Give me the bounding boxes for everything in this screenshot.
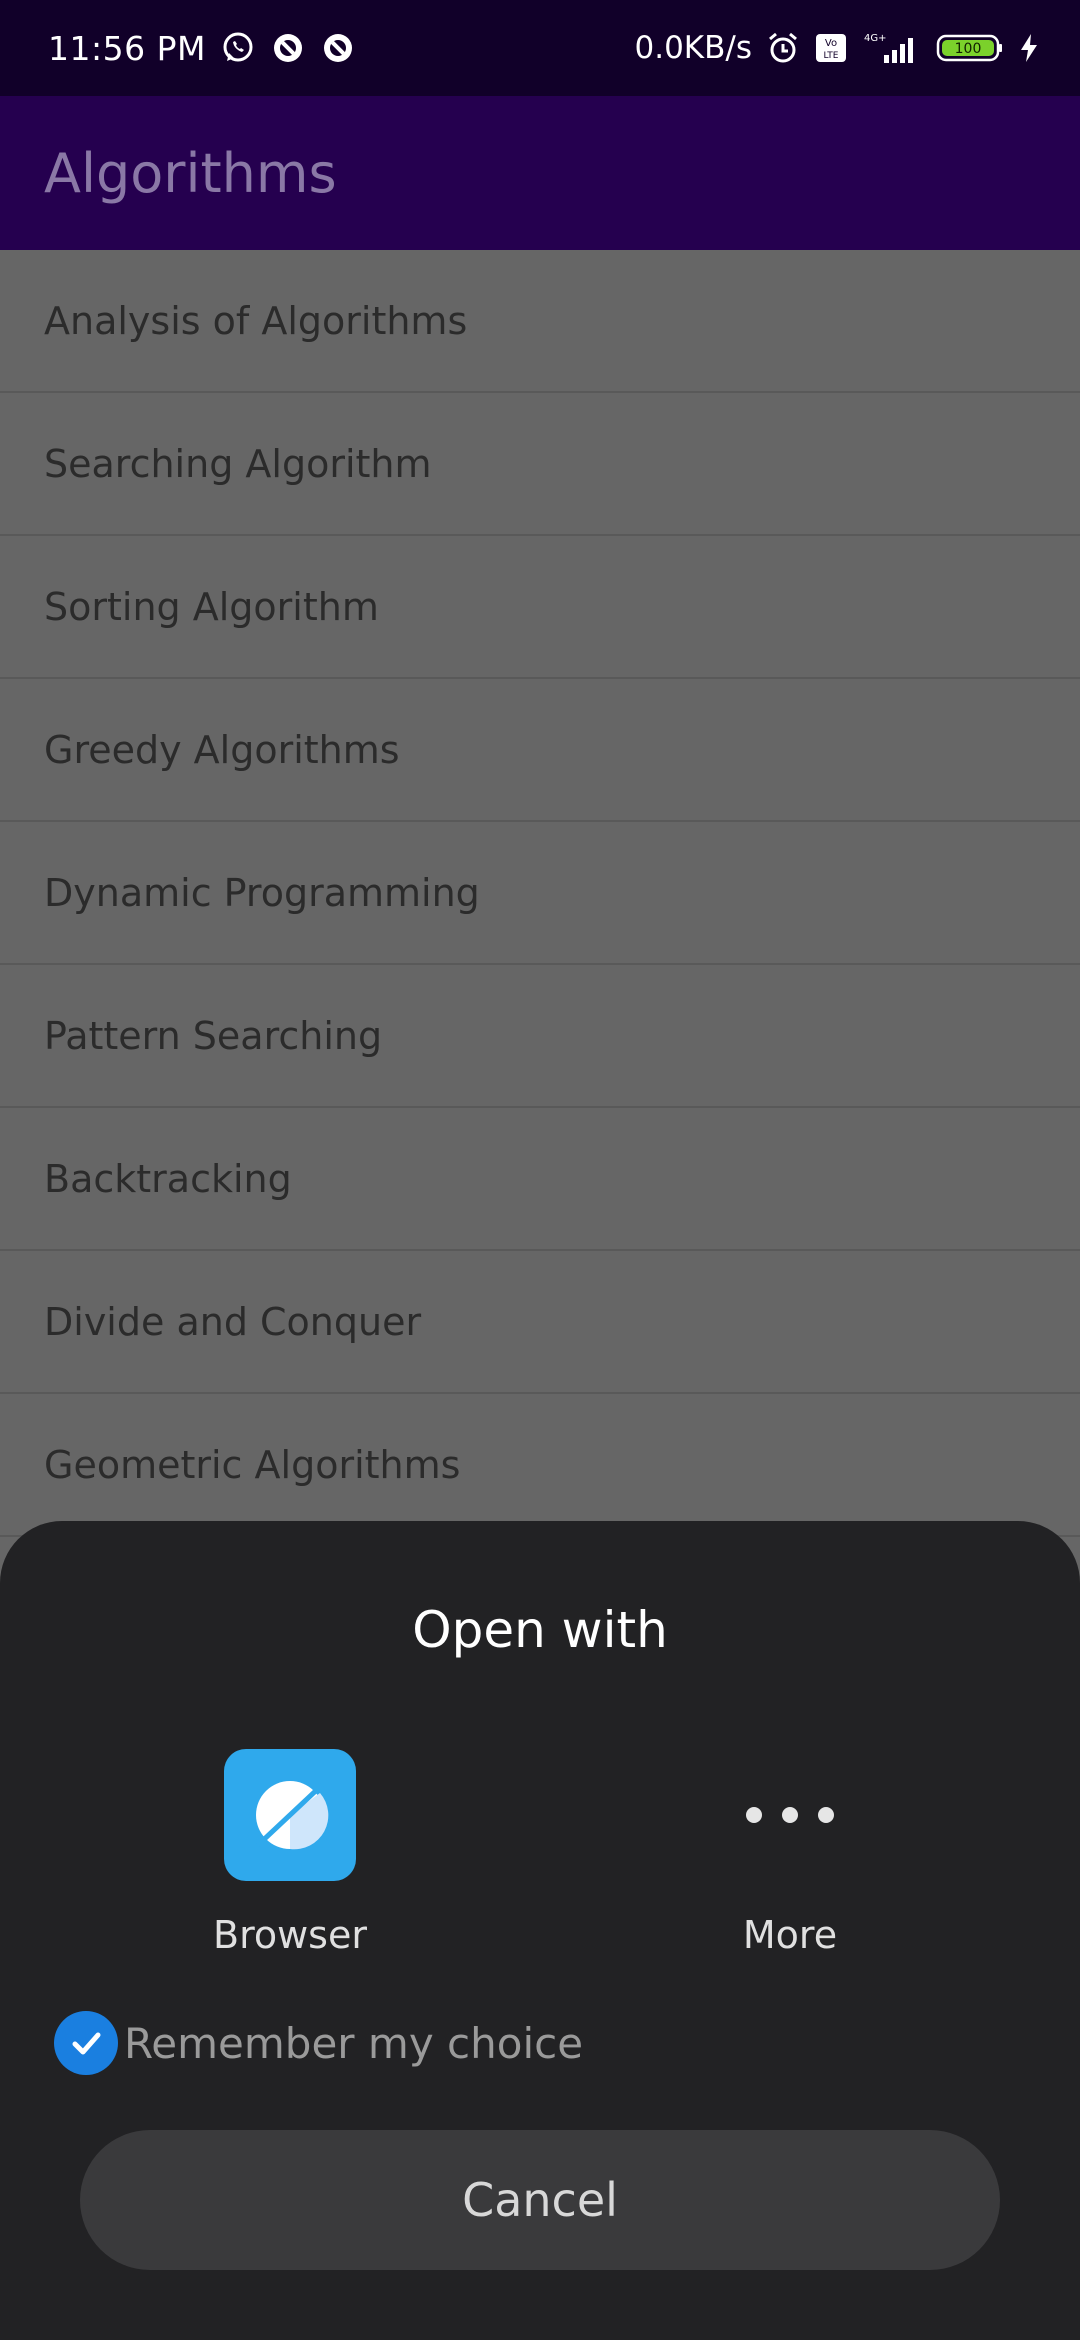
screen: 11:56 PM 0.0KB/s Vo LTE 4G+ 100 Algorith…: [0, 0, 1080, 2340]
notification-icon: [320, 30, 356, 66]
list-item[interactable]: Pattern Searching: [0, 965, 1080, 1108]
list-item[interactable]: Divide and Conquer: [0, 1251, 1080, 1394]
app-bar: Algorithms: [0, 96, 1080, 250]
svg-text:Vo: Vo: [825, 38, 837, 49]
browser-option[interactable]: Browser: [140, 1749, 440, 1969]
list-item[interactable]: Backtracking: [0, 1108, 1080, 1251]
open-with-sheet: Open with Browser More Remember my choic…: [0, 1521, 1080, 2340]
battery-level: 100: [955, 41, 982, 57]
more-label: More: [742, 1913, 838, 1957]
check-icon: [72, 2032, 101, 2055]
whatsapp-icon: [220, 30, 256, 66]
page-title: Algorithms: [44, 141, 337, 205]
network-type-label: 4G+: [864, 33, 887, 44]
status-left: 11:56 PM: [48, 29, 356, 68]
browser-label: Browser: [213, 1913, 367, 1957]
cancel-button[interactable]: Cancel: [80, 2130, 1000, 2270]
status-time: 11:56 PM: [48, 28, 206, 68]
dot: [746, 1807, 762, 1823]
list-item[interactable]: Dynamic Programming: [0, 822, 1080, 965]
more-icon[interactable]: [724, 1749, 856, 1881]
status-bar: 11:56 PM 0.0KB/s Vo LTE 4G+ 100: [0, 0, 1080, 96]
sheet-title: Open with: [412, 1601, 668, 1659]
remember-choice[interactable]: Remember my choice: [54, 2011, 583, 2075]
list-item[interactable]: Sorting Algorithm: [0, 536, 1080, 679]
remember-checkbox[interactable]: [54, 2011, 118, 2075]
list-item[interactable]: Geometric Algorithms: [0, 1394, 1080, 1537]
battery-icon: 100: [936, 32, 1004, 64]
more-option[interactable]: More: [640, 1749, 940, 1969]
alarm-icon: [766, 31, 800, 65]
browser-icon[interactable]: [224, 1749, 356, 1881]
status-right: 0.0KB/s Vo LTE 4G+ 100: [635, 30, 1041, 66]
notification-icon: [270, 30, 306, 66]
net-speed: 0.0KB/s: [634, 30, 753, 66]
volte-icon: Vo LTE: [814, 31, 848, 65]
list-item[interactable]: Searching Algorithm: [0, 393, 1080, 536]
dot: [782, 1807, 798, 1823]
remember-label: Remember my choice: [124, 2018, 584, 2068]
signal-icon: 4G+: [862, 31, 922, 65]
algorithm-list: Analysis of Algorithms Searching Algorit…: [0, 250, 1080, 1537]
list-item[interactable]: Analysis of Algorithms: [0, 250, 1080, 393]
list-item[interactable]: Greedy Algorithms: [0, 679, 1080, 822]
charging-icon: [1018, 32, 1040, 64]
dot: [818, 1807, 834, 1823]
svg-text:LTE: LTE: [824, 51, 839, 61]
